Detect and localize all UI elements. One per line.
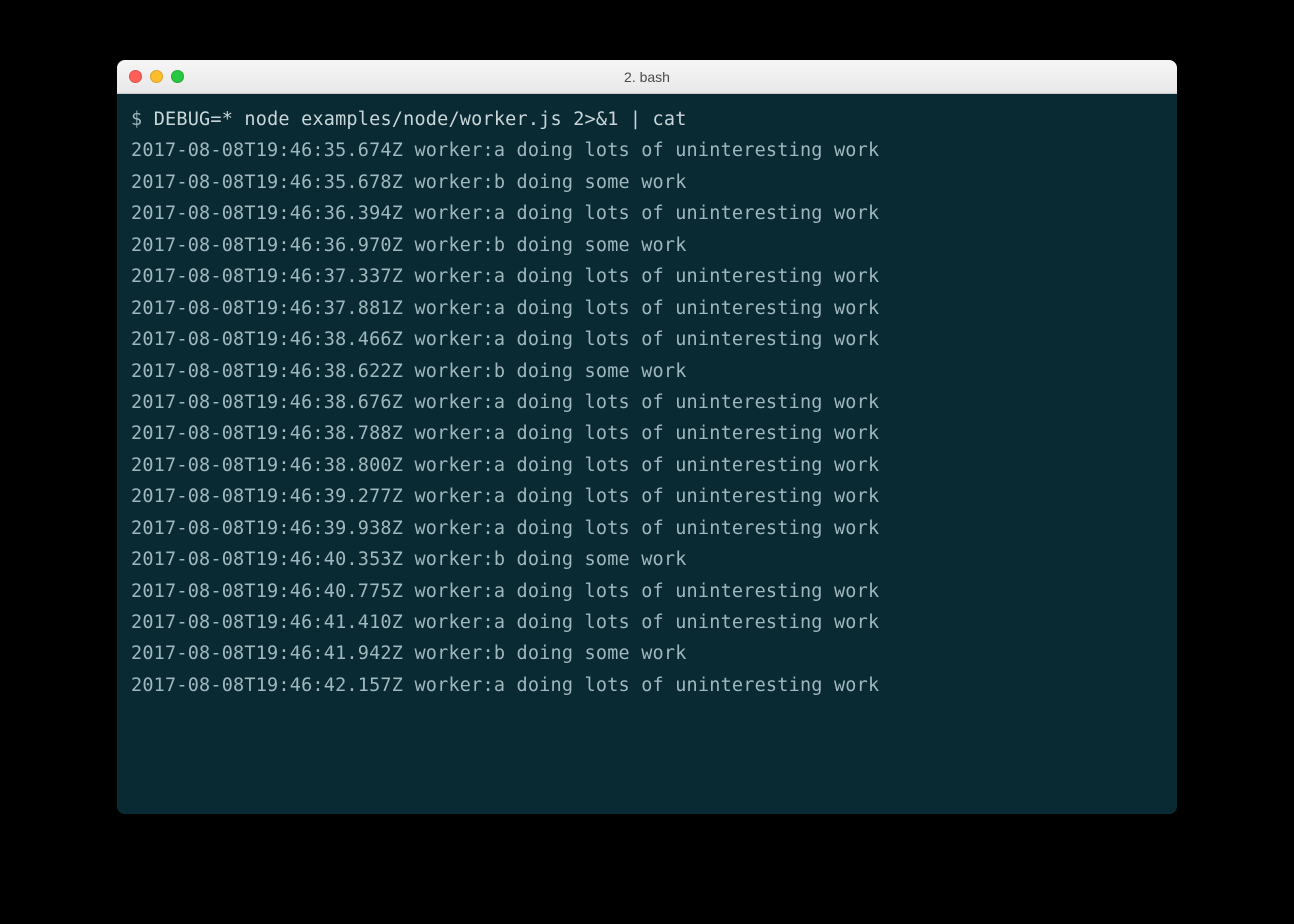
- output-line: 2017-08-08T19:46:39.938Z worker:a doing …: [131, 513, 1163, 544]
- terminal-output: 2017-08-08T19:46:35.674Z worker:a doing …: [131, 135, 1163, 701]
- window-title: 2. bash: [129, 69, 1165, 85]
- output-line: 2017-08-08T19:46:41.410Z worker:a doing …: [131, 607, 1163, 638]
- terminal-body[interactable]: $ DEBUG=* node examples/node/worker.js 2…: [117, 94, 1177, 814]
- terminal-window: 2. bash $ DEBUG=* node examples/node/wor…: [117, 60, 1177, 814]
- output-line: 2017-08-08T19:46:38.800Z worker:a doing …: [131, 450, 1163, 481]
- output-line: 2017-08-08T19:46:36.394Z worker:a doing …: [131, 198, 1163, 229]
- output-line: 2017-08-08T19:46:42.157Z worker:a doing …: [131, 670, 1163, 701]
- output-line: 2017-08-08T19:46:37.337Z worker:a doing …: [131, 261, 1163, 292]
- prompt-symbol: $: [131, 109, 154, 130]
- output-line: 2017-08-08T19:46:38.676Z worker:a doing …: [131, 387, 1163, 418]
- output-line: 2017-08-08T19:46:40.775Z worker:a doing …: [131, 576, 1163, 607]
- command-text: DEBUG=* node examples/node/worker.js 2>&…: [154, 109, 687, 130]
- output-line: 2017-08-08T19:46:35.674Z worker:a doing …: [131, 135, 1163, 166]
- output-line: 2017-08-08T19:46:38.788Z worker:a doing …: [131, 418, 1163, 449]
- output-line: 2017-08-08T19:46:39.277Z worker:a doing …: [131, 481, 1163, 512]
- output-line: 2017-08-08T19:46:38.466Z worker:a doing …: [131, 324, 1163, 355]
- command-line: $ DEBUG=* node examples/node/worker.js 2…: [131, 104, 1163, 135]
- close-button[interactable]: [129, 70, 142, 83]
- output-line: 2017-08-08T19:46:38.622Z worker:b doing …: [131, 356, 1163, 387]
- output-line: 2017-08-08T19:46:35.678Z worker:b doing …: [131, 167, 1163, 198]
- traffic-lights: [129, 70, 184, 83]
- window-titlebar[interactable]: 2. bash: [117, 60, 1177, 94]
- output-line: 2017-08-08T19:46:41.942Z worker:b doing …: [131, 638, 1163, 669]
- maximize-button[interactable]: [171, 70, 184, 83]
- output-line: 2017-08-08T19:46:37.881Z worker:a doing …: [131, 293, 1163, 324]
- output-line: 2017-08-08T19:46:36.970Z worker:b doing …: [131, 230, 1163, 261]
- minimize-button[interactable]: [150, 70, 163, 83]
- output-line: 2017-08-08T19:46:40.353Z worker:b doing …: [131, 544, 1163, 575]
